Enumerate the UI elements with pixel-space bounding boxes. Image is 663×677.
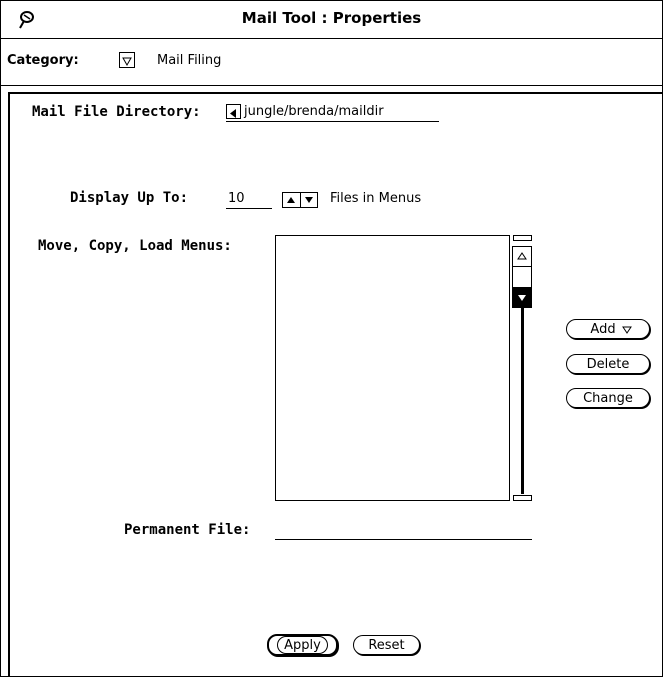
- menus-list[interactable]: [275, 235, 510, 501]
- window-title: Mail Tool : Properties: [241, 9, 422, 27]
- reset-button[interactable]: Reset: [353, 635, 420, 655]
- change-button-label: Change: [583, 390, 633, 406]
- up-down-stepper-icon[interactable]: [282, 192, 318, 208]
- scroll-drag-box[interactable]: [513, 266, 531, 288]
- delete-button-label: Delete: [586, 356, 630, 372]
- add-button-label: Add: [590, 321, 616, 337]
- stepper-down-icon[interactable]: [301, 193, 318, 207]
- triangle-down-icon: [122, 57, 132, 67]
- title-bar: Mail Tool : Properties: [1, 1, 662, 39]
- triangle-down-icon: [621, 326, 632, 334]
- apply-button-label: Apply: [277, 636, 328, 654]
- reset-button-label: Reset: [368, 637, 405, 653]
- mail-file-directory-underline: [226, 121, 439, 122]
- apply-button[interactable]: Apply: [267, 634, 338, 656]
- permanent-file-label: Permanent File:: [124, 522, 251, 538]
- category-value: Mail Filing: [157, 53, 222, 68]
- display-up-to-suffix: Files in Menus: [330, 191, 422, 206]
- scroll-left-icon[interactable]: [226, 104, 241, 119]
- change-button[interactable]: Change: [566, 388, 650, 408]
- scrollbar-bottom-cable-anchor[interactable]: [513, 495, 532, 501]
- scroll-up-icon[interactable]: [513, 247, 531, 265]
- stepper-up-icon[interactable]: [283, 193, 301, 207]
- scrollbar-top-cable-anchor[interactable]: [513, 235, 532, 241]
- display-up-to-input[interactable]: 10: [228, 191, 245, 206]
- scroll-down-icon[interactable]: [513, 288, 531, 307]
- menus-label: Move, Copy, Load Menus:: [38, 238, 232, 254]
- category-bar: Category: Mail Filing: [1, 39, 662, 86]
- delete-button[interactable]: Delete: [566, 354, 650, 374]
- category-label: Category:: [7, 53, 79, 68]
- permanent-file-input[interactable]: [275, 539, 532, 540]
- display-up-to-label: Display Up To:: [70, 190, 189, 206]
- category-menu-button[interactable]: [119, 52, 135, 68]
- display-up-to-underline: [226, 208, 272, 209]
- mail-file-directory-input[interactable]: jungle/brenda/maildir: [244, 104, 384, 119]
- add-button[interactable]: Add: [566, 319, 650, 339]
- scrollbar-elevator[interactable]: [512, 246, 532, 308]
- mail-file-directory-label: Mail File Directory:: [32, 104, 201, 120]
